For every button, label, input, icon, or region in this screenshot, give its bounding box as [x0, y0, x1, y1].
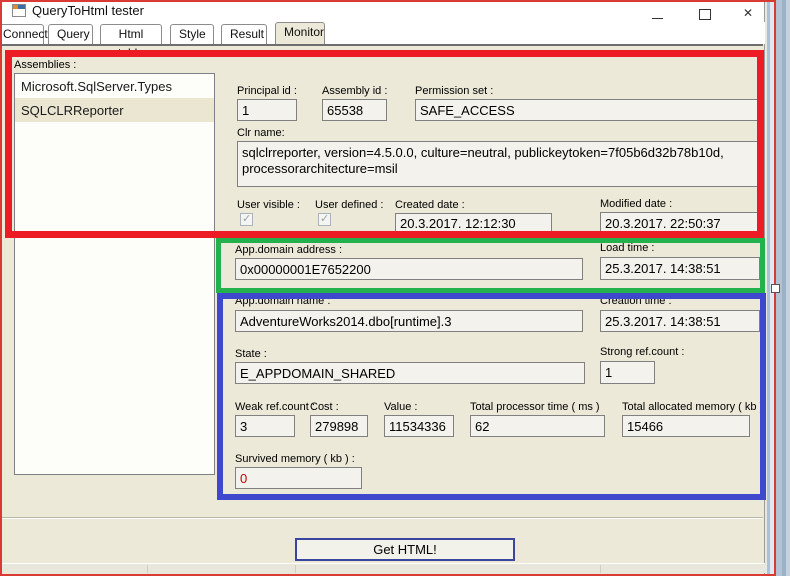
weak-ref-count-label: Weak ref.count : — [235, 401, 315, 413]
list-item[interactable]: Microsoft.SqlServer.Types — [15, 74, 214, 98]
tab-html-table[interactable]: Html table — [100, 24, 162, 60]
appdomain-address-input[interactable] — [235, 258, 583, 280]
user-defined-label: User defined : — [315, 199, 384, 211]
tabpage-top-border — [0, 44, 763, 46]
modified-date-input[interactable] — [600, 212, 763, 234]
tab-query[interactable]: Query — [48, 24, 93, 44]
tabpage-bottom-border — [0, 517, 763, 518]
assembly-id-label: Assembly id : — [322, 85, 388, 97]
total-allocated-memory-label: Total allocated memory ( kb ) — [622, 401, 764, 413]
tab-style[interactable]: Style — [170, 24, 214, 44]
total-processor-time-label: Total processor time ( ms ) — [470, 401, 600, 413]
maximize-button[interactable] — [688, 0, 722, 22]
clr-name-label: Clr name: — [237, 127, 285, 139]
principal-id-label: Principal id : — [237, 85, 297, 97]
titlebar: QueryToHtml tester — [0, 0, 764, 22]
value-label: Value : — [384, 401, 418, 413]
status-strip — [0, 563, 765, 573]
tab-bar: Connect Query Html table Style Result Mo… — [0, 22, 765, 60]
close-button[interactable] — [731, 0, 765, 22]
creation-time-label: Creation time : — [600, 295, 672, 307]
cost-input[interactable] — [310, 415, 368, 437]
appdomain-address-label: App.domain address : — [235, 244, 343, 256]
permission-set-label: Permission set : — [415, 85, 494, 97]
modified-date-label: Modified date : — [600, 198, 673, 210]
total-allocated-memory-input[interactable] — [622, 415, 750, 437]
appdomain-name-input[interactable] — [235, 310, 583, 332]
background-window-strip — [765, 0, 790, 576]
survived-memory-label: Survived memory ( kb ) : — [235, 453, 355, 465]
survived-memory-input[interactable] — [235, 467, 362, 489]
created-date-label: Created date : — [395, 199, 465, 211]
total-processor-time-input[interactable] — [470, 415, 605, 437]
state-input[interactable] — [235, 362, 585, 384]
value-input[interactable] — [384, 415, 454, 437]
list-item[interactable]: SQLCLRReporter — [15, 98, 214, 122]
assemblies-listbox[interactable]: Microsoft.SqlServer.Types SQLCLRReporter — [14, 73, 215, 475]
creation-time-input[interactable] — [600, 310, 760, 332]
load-time-label: Load time : — [600, 242, 655, 254]
created-date-input[interactable] — [395, 213, 552, 234]
tab-monitor[interactable]: Monitor — [275, 22, 325, 44]
assemblies-label: Assemblies : — [14, 59, 77, 71]
weak-ref-count-input[interactable] — [235, 415, 295, 437]
strong-ref-count-label: Strong ref.count : — [600, 346, 685, 358]
assembly-id-input[interactable] — [322, 99, 387, 121]
principal-id-input[interactable] — [237, 99, 297, 121]
tab-connect[interactable]: Connect — [0, 24, 48, 44]
user-defined-checkbox — [318, 212, 331, 226]
status-divider — [295, 565, 296, 573]
clr-name-input[interactable]: sqlclrreporter, version=4.5.0.0, culture… — [237, 141, 764, 187]
user-visible-checkbox — [240, 212, 253, 226]
user-visible-label: User visible : — [237, 199, 300, 211]
window-title: QueryToHtml tester — [32, 3, 144, 18]
state-label: State : — [235, 348, 267, 360]
status-divider — [600, 565, 601, 573]
permission-set-input[interactable] — [415, 99, 762, 121]
status-divider — [147, 565, 148, 573]
minimize-button[interactable] — [640, 0, 674, 22]
appdomain-name-label: App.domain name : — [235, 295, 331, 307]
get-html-button[interactable]: Get HTML! — [295, 538, 515, 561]
load-time-input[interactable] — [600, 257, 760, 280]
tab-result[interactable]: Result — [221, 24, 267, 44]
cost-label: Cost : — [310, 401, 339, 413]
strong-ref-count-input[interactable] — [600, 361, 655, 384]
app-window: QueryToHtml tester Connect Query Html ta… — [0, 0, 765, 576]
app-icon — [12, 4, 26, 17]
